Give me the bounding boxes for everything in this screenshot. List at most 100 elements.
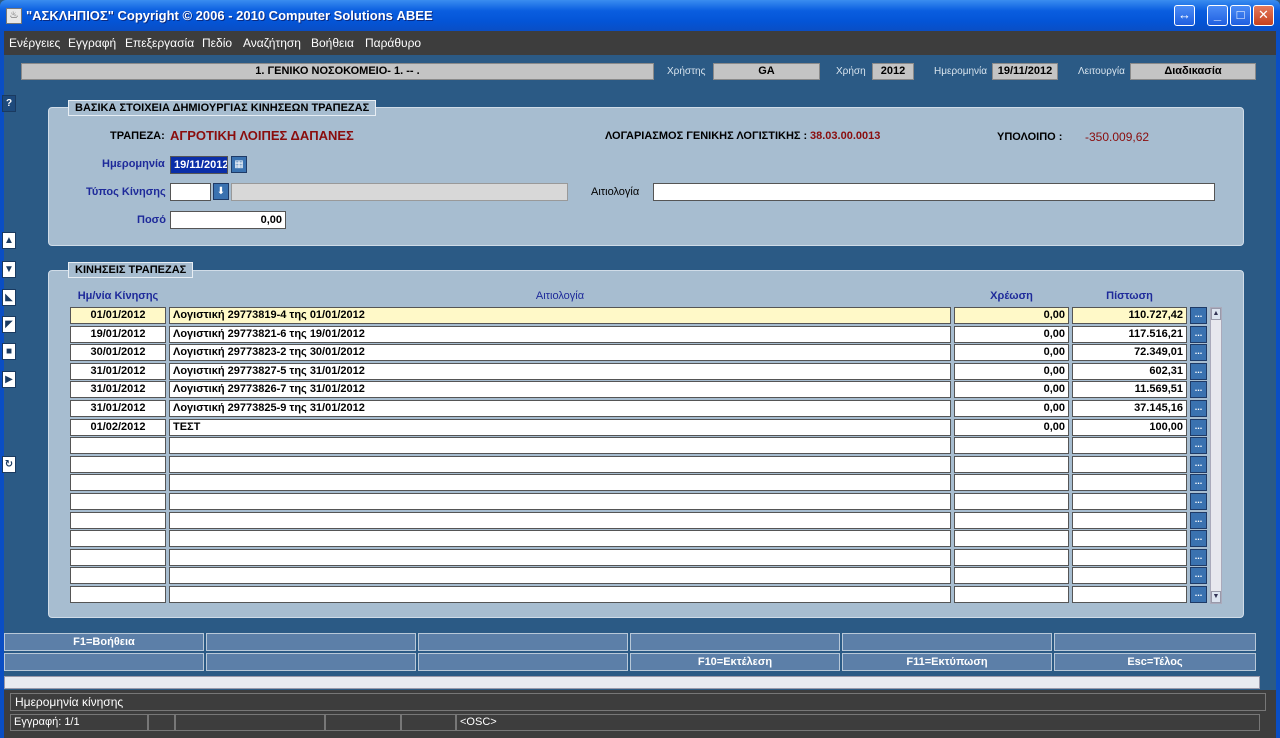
function-key-row1-2[interactable] <box>206 633 416 651</box>
cell-date[interactable]: 31/01/2012 <box>70 400 166 417</box>
row-details-button[interactable]: ... <box>1190 400 1207 417</box>
maximize-button[interactable]: □ <box>1230 5 1251 26</box>
cell-credit[interactable]: 100,00 <box>1072 419 1187 436</box>
cell-debit[interactable] <box>954 512 1069 529</box>
cell-date[interactable] <box>70 530 166 547</box>
minimize-button[interactable]: _ <box>1207 5 1228 26</box>
menu-window[interactable]: Παράθυρο <box>365 36 421 50</box>
row-details-button[interactable]: ... <box>1190 586 1207 603</box>
cell-debit[interactable] <box>954 586 1069 603</box>
movement-type-code-input[interactable] <box>170 183 211 201</box>
cell-debit[interactable]: 0,00 <box>954 400 1069 417</box>
cell-reason[interactable]: Λογιστική 29773825-9 της 31/01/2012 <box>169 400 951 417</box>
reason-input[interactable] <box>653 183 1215 201</box>
cell-date[interactable] <box>70 456 166 473</box>
function-key-row1-6[interactable] <box>1054 633 1256 651</box>
scroll-up-icon[interactable]: ▲ <box>1211 308 1221 320</box>
menu-edit[interactable]: Επεξεργασία <box>125 36 194 50</box>
row-details-button[interactable]: ... <box>1190 567 1207 584</box>
row-details-button[interactable]: ... <box>1190 512 1207 529</box>
cell-debit[interactable] <box>954 530 1069 547</box>
cell-credit[interactable] <box>1072 586 1187 603</box>
cell-date[interactable] <box>70 474 166 491</box>
cell-credit[interactable]: 72.349,01 <box>1072 344 1187 361</box>
row-details-button[interactable]: ... <box>1190 419 1207 436</box>
insert-record-icon[interactable]: ◣ <box>2 289 16 306</box>
cell-date[interactable] <box>70 512 166 529</box>
cell-debit[interactable] <box>954 567 1069 584</box>
cell-reason[interactable] <box>169 586 951 603</box>
help-icon[interactable]: ? <box>2 95 16 112</box>
row-details-button[interactable]: ... <box>1190 493 1207 510</box>
function-key-row1-3[interactable] <box>418 633 628 651</box>
cell-reason[interactable] <box>169 456 951 473</box>
row-details-button[interactable]: ... <box>1190 381 1207 398</box>
function-key-row1-1[interactable]: F1=Βοήθεια <box>4 633 204 651</box>
scroll-down-icon[interactable]: ▼ <box>1211 591 1221 603</box>
cell-date[interactable] <box>70 586 166 603</box>
menu-field[interactable]: Πεδίο <box>202 36 232 50</box>
cell-debit[interactable]: 0,00 <box>954 381 1069 398</box>
function-key-row2-5[interactable]: F11=Εκτύπωση <box>842 653 1052 671</box>
row-details-button[interactable]: ... <box>1190 307 1207 324</box>
cell-credit[interactable]: 117.516,21 <box>1072 326 1187 343</box>
cell-reason[interactable] <box>169 567 951 584</box>
cell-reason[interactable] <box>169 437 951 454</box>
cell-debit[interactable] <box>954 437 1069 454</box>
function-key-row2-4[interactable]: F10=Εκτέλεση <box>630 653 840 671</box>
list-of-values-icon[interactable]: ⬇ <box>213 183 229 200</box>
row-details-button[interactable]: ... <box>1190 474 1207 491</box>
row-details-button[interactable]: ... <box>1190 326 1207 343</box>
cell-reason[interactable]: ΤΕΣΤ <box>169 419 951 436</box>
cell-date[interactable]: 01/02/2012 <box>70 419 166 436</box>
cell-debit[interactable]: 0,00 <box>954 363 1069 380</box>
restore-size-icon[interactable]: ↔ <box>1174 5 1195 26</box>
cell-debit[interactable]: 0,00 <box>954 307 1069 324</box>
cell-credit[interactable] <box>1072 512 1187 529</box>
function-key-row2-1[interactable] <box>4 653 204 671</box>
calendar-icon[interactable]: ▦ <box>231 156 247 173</box>
cell-debit[interactable] <box>954 493 1069 510</box>
close-button[interactable]: ✕ <box>1253 5 1274 26</box>
function-key-row2-3[interactable] <box>418 653 628 671</box>
refresh-icon[interactable]: ↻ <box>2 456 16 473</box>
cell-date[interactable]: 01/01/2012 <box>70 307 166 324</box>
row-details-button[interactable]: ... <box>1190 344 1207 361</box>
function-key-row1-5[interactable] <box>842 633 1052 651</box>
cell-credit[interactable] <box>1072 549 1187 566</box>
cell-date[interactable]: 31/01/2012 <box>70 381 166 398</box>
row-details-button[interactable]: ... <box>1190 549 1207 566</box>
row-details-button[interactable]: ... <box>1190 363 1207 380</box>
cell-date[interactable] <box>70 437 166 454</box>
cell-debit[interactable]: 0,00 <box>954 344 1069 361</box>
cell-credit[interactable] <box>1072 530 1187 547</box>
amount-input[interactable]: 0,00 <box>170 211 286 229</box>
cell-reason[interactable]: Λογιστική 29773819-4 της 01/01/2012 <box>169 307 951 324</box>
row-details-button[interactable]: ... <box>1190 437 1207 454</box>
cell-date[interactable]: 31/01/2012 <box>70 363 166 380</box>
row-details-button[interactable]: ... <box>1190 456 1207 473</box>
cell-date[interactable]: 19/01/2012 <box>70 326 166 343</box>
grid-vertical-scrollbar[interactable]: ▲ ▼ <box>1210 307 1222 604</box>
execute-icon[interactable]: ▶ <box>2 371 16 388</box>
delete-record-icon[interactable]: ◤ <box>2 316 16 333</box>
cell-credit[interactable] <box>1072 456 1187 473</box>
cell-reason[interactable] <box>169 474 951 491</box>
cell-credit[interactable] <box>1072 567 1187 584</box>
cell-credit[interactable]: 602,31 <box>1072 363 1187 380</box>
row-details-button[interactable]: ... <box>1190 530 1207 547</box>
cell-date[interactable] <box>70 549 166 566</box>
cell-credit[interactable]: 37.145,16 <box>1072 400 1187 417</box>
cell-reason[interactable] <box>169 493 951 510</box>
window-title-bar[interactable]: ♨ "ΑΣΚΛΗΠΙΟΣ" Copyright © 2006 - 2010 Co… <box>0 0 1280 31</box>
cell-reason[interactable]: Λογιστική 29773827-5 της 31/01/2012 <box>169 363 951 380</box>
cell-date[interactable] <box>70 567 166 584</box>
cell-credit[interactable]: 110.727,42 <box>1072 307 1187 324</box>
cell-debit[interactable]: 0,00 <box>954 326 1069 343</box>
cell-reason[interactable] <box>169 530 951 547</box>
cell-reason[interactable]: Λογιστική 29773826-7 της 31/01/2012 <box>169 381 951 398</box>
cell-reason[interactable]: Λογιστική 29773821-6 της 19/01/2012 <box>169 326 951 343</box>
cell-credit[interactable] <box>1072 493 1187 510</box>
horizontal-scrollbar[interactable] <box>4 676 1260 689</box>
menu-help[interactable]: Βοήθεια <box>311 36 354 50</box>
